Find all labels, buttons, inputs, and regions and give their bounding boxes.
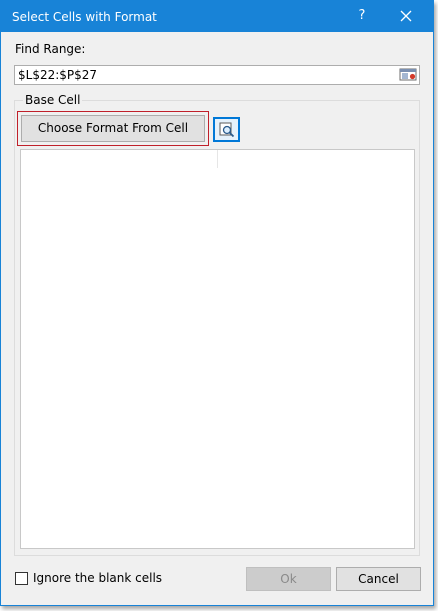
choose-format-from-cell-button[interactable]: Choose Format From Cell [21,115,205,142]
find-range-field [14,65,420,85]
cancel-button[interactable]: Cancel [336,567,421,591]
range-select-icon [399,68,417,81]
preview-column-divider [217,150,218,168]
pick-cell-button[interactable] [213,117,240,142]
range-select-button[interactable] [399,67,418,83]
ignore-blank-checkbox[interactable] [15,572,28,585]
format-preview-area [20,149,415,549]
find-range-label: Find Range: [15,42,86,56]
ok-button[interactable]: Ok [246,567,331,591]
help-button[interactable]: ? [347,3,377,29]
ignore-blank-label: Ignore the blank cells [33,571,163,585]
title-bar: Select Cells with Format ? [1,1,433,32]
close-icon [400,10,412,22]
window-title: Select Cells with Format [12,10,157,24]
base-cell-group-label: Base Cell [23,93,83,107]
close-button[interactable] [391,3,421,29]
select-cells-with-format-dialog: Select Cells with Format ? Find Range: B… [0,0,434,606]
magnifier-icon [219,122,235,138]
find-range-input[interactable] [15,66,393,84]
